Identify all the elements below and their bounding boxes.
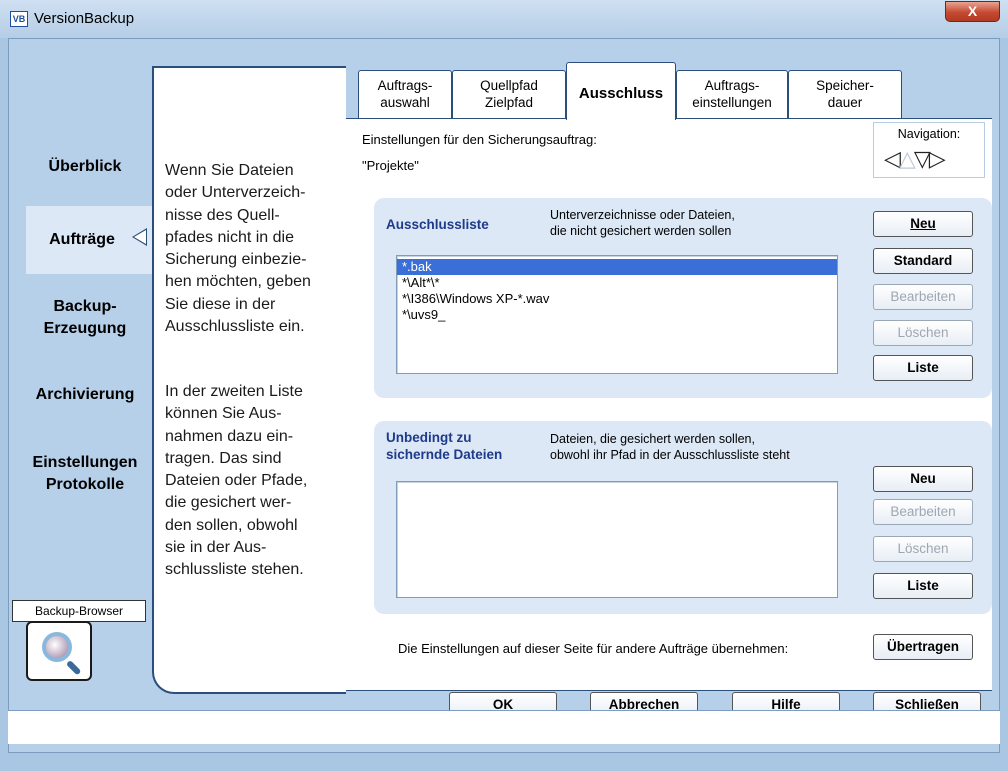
backup-browser-button[interactable] — [26, 621, 92, 681]
exclusion-standard-button[interactable]: Standard — [873, 248, 973, 274]
transfer-button[interactable]: Übertragen — [873, 634, 973, 660]
exclusion-edit-button[interactable]: Bearbeiten — [873, 284, 973, 310]
nav-next-arrow-icon[interactable]: ▷ — [929, 146, 946, 171]
exclusion-list[interactable]: *.bak *\Alt*\* *\I386\Windows XP-*.wav *\uv… — [396, 255, 838, 374]
nav-item-overview[interactable]: Überblick — [20, 156, 150, 178]
exclusion-list-item[interactable]: *\I386\Windows XP-*.wav — [397, 291, 837, 307]
magnifier-handle — [65, 659, 82, 676]
job-name: "Projekte" — [362, 158, 419, 173]
inclusion-delete-button[interactable]: Löschen — [873, 536, 973, 562]
exclusion-list-item[interactable]: *\Alt*\* — [397, 275, 837, 291]
navigation-label: Navigation: — [897, 127, 961, 141]
exclusion-new-button[interactable]: Neu — [873, 211, 973, 237]
nav-item-settings-logs[interactable]: Einstellungen Protokolle — [20, 452, 150, 496]
exclusion-title: Ausschlussliste — [386, 217, 489, 232]
inclusion-new-button[interactable]: Neu — [873, 466, 973, 492]
tab-retention[interactable]: Speicher- dauer — [788, 70, 902, 118]
exclusion-delete-button[interactable]: Löschen — [873, 320, 973, 346]
window-title: VersionBackup — [34, 10, 135, 27]
tab-source-target-path[interactable]: Quellpfad Zielpfad — [452, 70, 566, 118]
navigation-box: Navigation: ◁△▽▷ — [873, 122, 985, 178]
exclusion-list-button[interactable]: Liste — [873, 355, 973, 381]
inclusion-list[interactable] — [396, 481, 838, 598]
status-bar — [8, 710, 1000, 744]
magnifier-icon — [42, 632, 72, 662]
nav-up-arrow-icon[interactable]: △ — [899, 146, 916, 171]
window-close-button[interactable]: X — [945, 1, 1000, 22]
exclusion-list-item[interactable]: *.bak — [397, 259, 837, 275]
nav-down-arrow-icon[interactable]: ▽ — [914, 146, 931, 171]
nav-item-backup-creation[interactable]: Backup- Erzeugung — [20, 296, 150, 340]
backup-browser-label: Backup-Browser — [12, 600, 146, 622]
exclusion-list-item[interactable]: *\uvs9_ — [397, 307, 837, 323]
inclusion-title: Unbedingt zu sichernde Dateien — [386, 430, 503, 462]
active-nav-arrow-icon — [132, 228, 147, 246]
tab-exclusion[interactable]: Ausschluss — [566, 62, 676, 120]
app-logo-icon: VB — [10, 11, 28, 27]
transfer-label: Die Einstellungen auf dieser Seite für a… — [398, 641, 789, 656]
inclusion-list-button[interactable]: Liste — [873, 573, 973, 599]
exclusion-description: Unterverzeichnisse oder Dateien, die nic… — [550, 208, 735, 238]
tab-job-settings[interactable]: Auftrags- einstellungen — [676, 70, 788, 118]
nav-prev-arrow-icon[interactable]: ◁ — [884, 146, 901, 171]
help-text-paragraph-1: Wenn Sie Dateien oder Unterverzeich- nis… — [165, 162, 311, 336]
help-text-paragraph-2: In der zweiten Liste können Sie Aus- nah… — [165, 383, 308, 579]
settings-label: Einstellungen für den Sicherungsauftrag: — [362, 132, 597, 147]
tab-job-selection[interactable]: Auftrags- auswahl — [358, 70, 452, 118]
nav-item-archiving[interactable]: Archivierung — [20, 384, 150, 406]
title-bar[interactable]: VB VersionBackup X — [0, 0, 1008, 38]
inclusion-edit-button[interactable]: Bearbeiten — [873, 499, 973, 525]
inclusion-description: Dateien, die gesichert werden sollen, ob… — [550, 432, 790, 462]
app-window: VB VersionBackup X Überblick Aufträge Ba… — [0, 0, 1008, 771]
